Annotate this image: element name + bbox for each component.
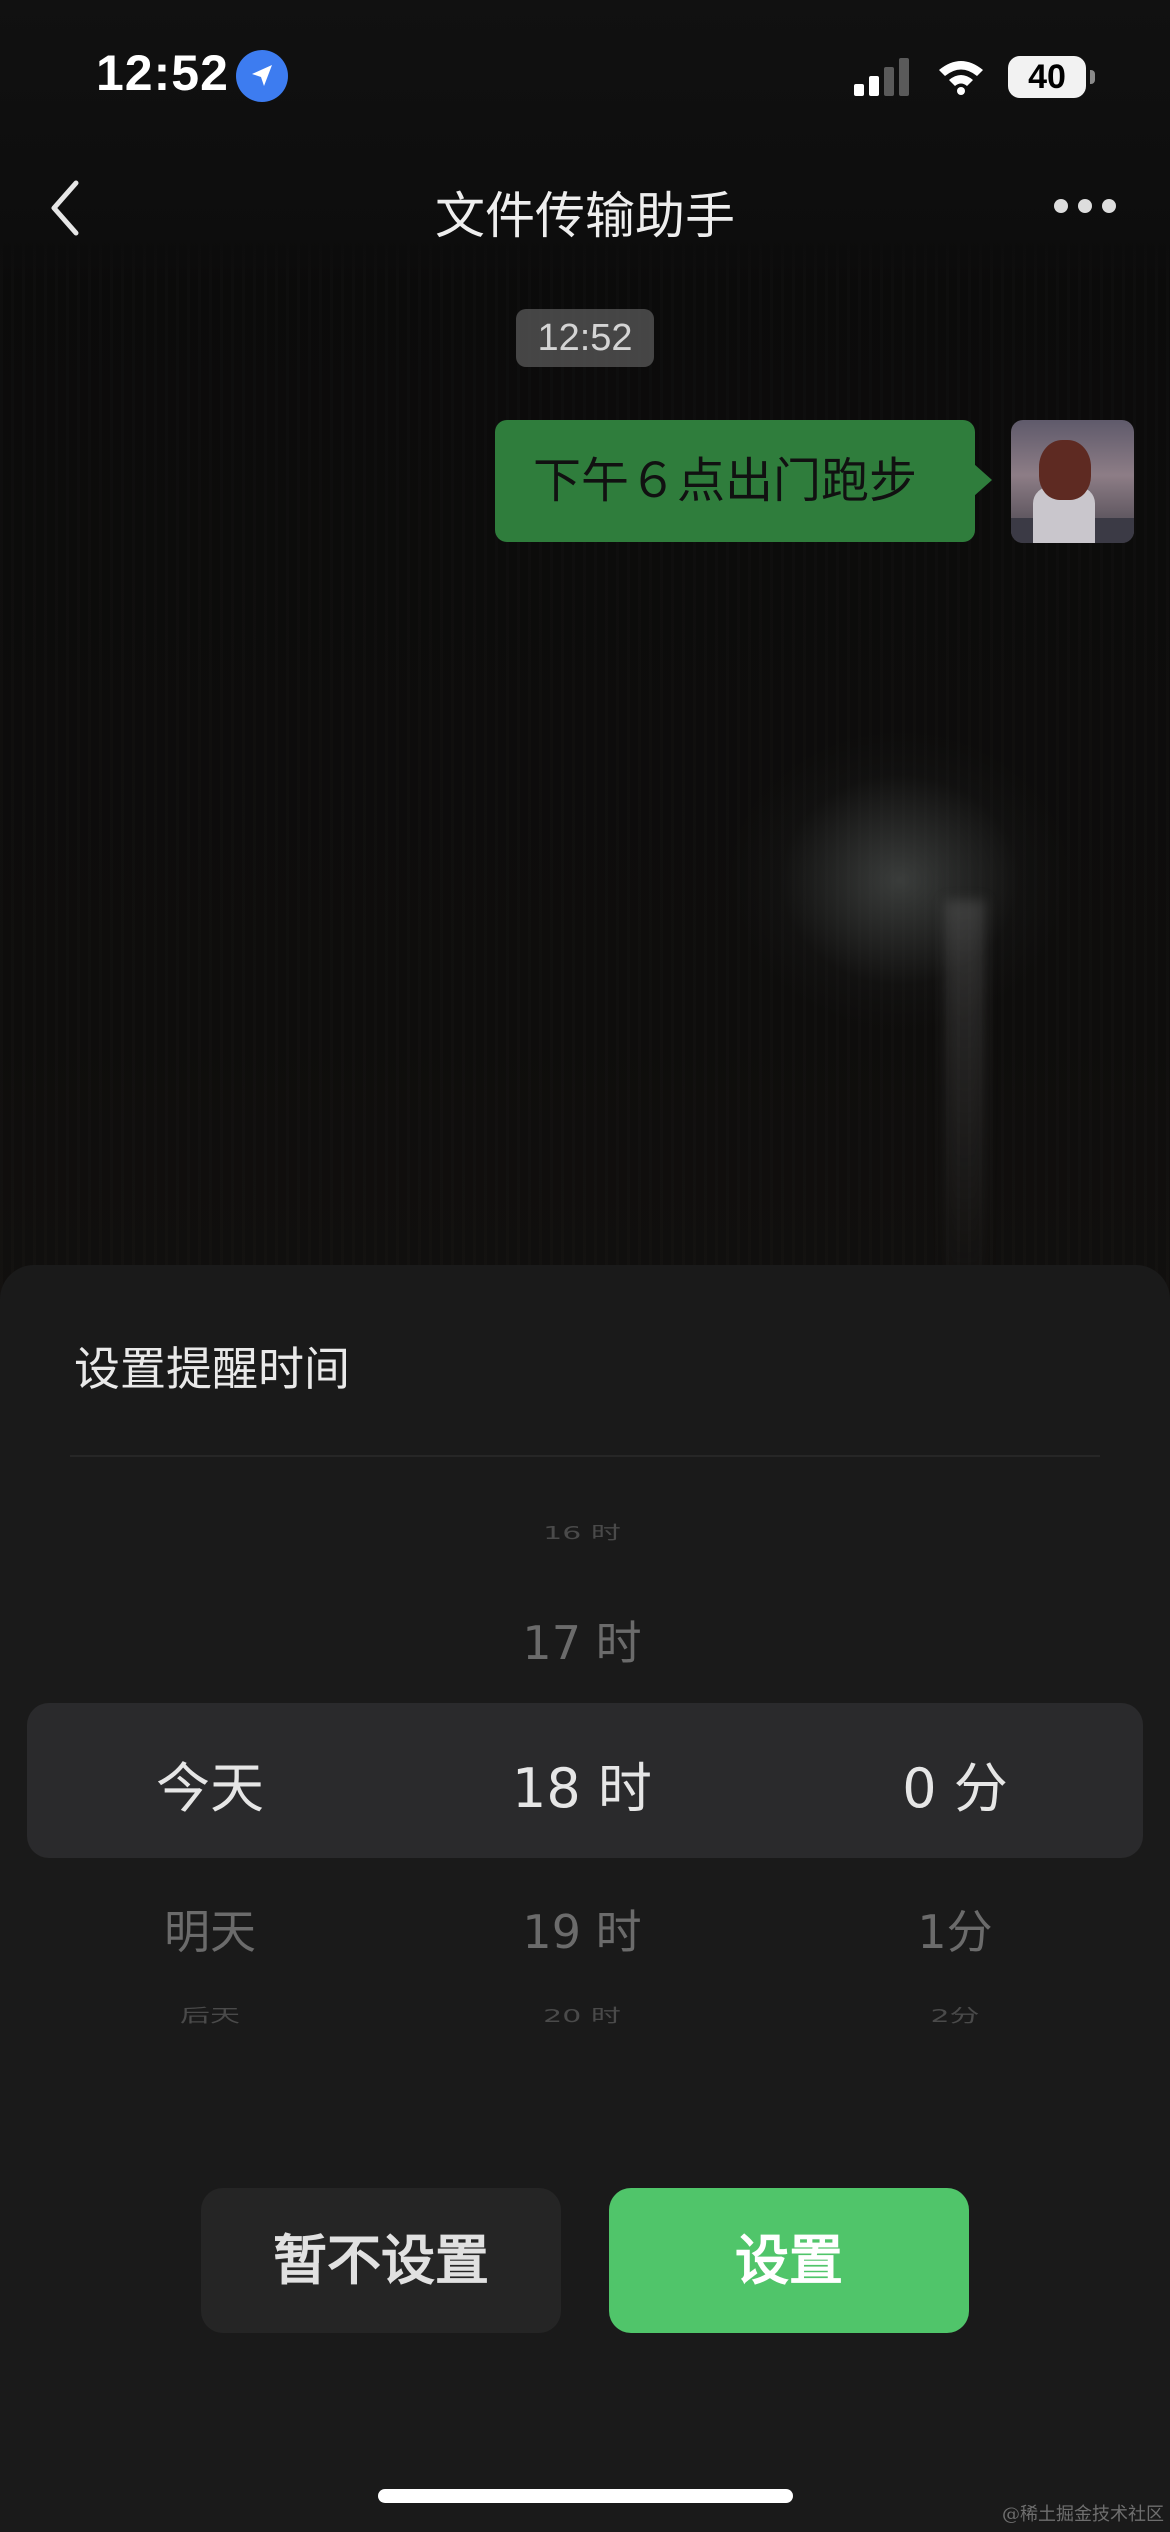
home-indicator <box>378 2489 793 2503</box>
avatar[interactable] <box>1011 420 1134 543</box>
more-icon[interactable] <box>1052 196 1118 218</box>
picker-hour-option[interactable]: 20 时 <box>432 2001 732 2027</box>
message-timestamp: 12:52 <box>516 309 654 367</box>
skip-reminder-button[interactable]: 暂不设置 <box>201 2188 561 2333</box>
picker-minute-option[interactable]: 1分 <box>805 1896 1105 1962</box>
location-icon <box>236 50 288 102</box>
picker-minute-selected[interactable]: 0 分 <box>805 1744 1105 1823</box>
battery-indicator: 40 <box>1008 56 1086 98</box>
picker-hour-option[interactable]: 16 时 <box>432 1518 732 1544</box>
cellular-signal-icon <box>854 58 909 96</box>
set-reminder-button[interactable]: 设置 <box>609 2188 969 2333</box>
background-light <box>945 900 985 1280</box>
picker-hour-option[interactable]: 17 时 <box>432 1607 732 1673</box>
wifi-icon <box>939 61 983 95</box>
picker-day-option[interactable]: 明天 <box>60 1896 360 1962</box>
picker-day-option[interactable]: 后天 <box>60 2001 360 2027</box>
picker-day-selected[interactable]: 今天 <box>60 1744 360 1823</box>
sheet-title: 设置提醒时间 <box>74 1342 350 1396</box>
message-bubble[interactable]: 下午６点出门跑步 <box>495 420 975 542</box>
bubble-tail <box>974 464 992 496</box>
divider <box>70 1455 1100 1457</box>
status-time: 12:52 <box>96 45 229 101</box>
picker-hour-selected[interactable]: 18 时 <box>432 1744 732 1823</box>
picker-hour-option[interactable]: 19 时 <box>432 1896 732 1962</box>
page-title: 文件传输助手 <box>435 187 735 245</box>
picker-minute-option[interactable]: 2分 <box>805 2001 1105 2027</box>
battery-cap <box>1090 70 1095 84</box>
watermark: @稀土掘金技术社区 <box>1002 2504 1164 2525</box>
